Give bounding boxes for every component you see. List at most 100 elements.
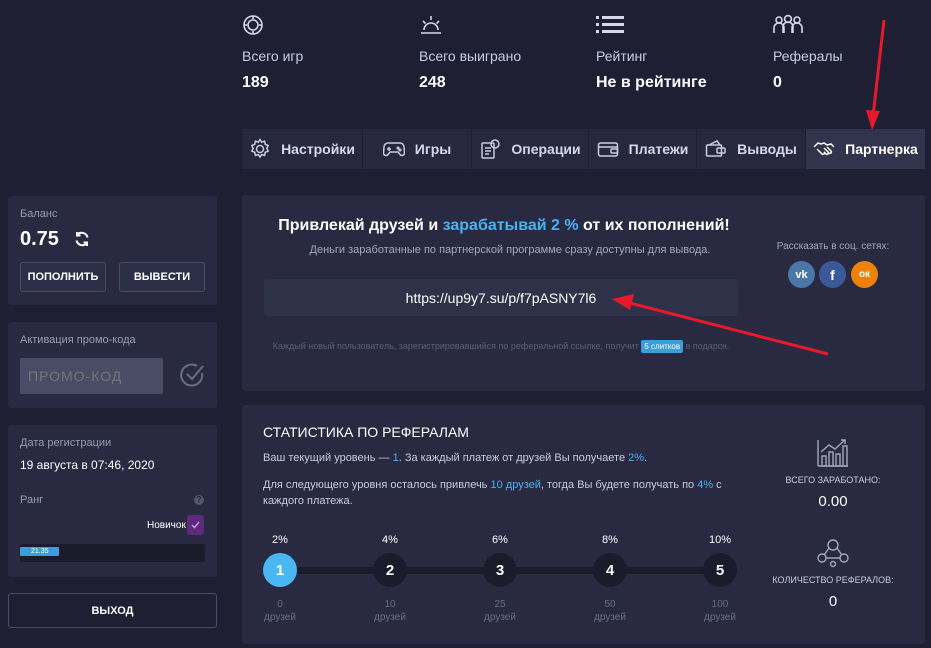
tab-label: Выводы	[737, 141, 797, 157]
tab-payments[interactable]: Платежи	[589, 129, 697, 169]
level-requirement: 25 друзей	[475, 598, 525, 624]
stat-rating: Рейтинг Не в рейтинге	[596, 14, 707, 92]
annotation-arrow-tab	[866, 19, 886, 130]
level-unit: друзей	[374, 612, 406, 623]
stat-label: Всего выиграно	[419, 48, 522, 64]
balance-value: 0.75	[20, 228, 59, 250]
tab-games[interactable]: Игры	[363, 129, 472, 169]
stats-title: СТАТИСТИКА ПО РЕФЕРАЛАМ	[263, 424, 469, 440]
level-count: 10	[384, 599, 396, 610]
level-requirement: 0 друзей	[255, 598, 305, 624]
current-level-text: Ваш текущий уровень — 1. За каждый плате…	[263, 452, 753, 464]
next-level-text: Для следующего уровня осталось привлечь …	[263, 477, 753, 509]
level-count: 50	[604, 599, 616, 610]
stat-value: 0	[773, 74, 782, 91]
referral-count-label: КОЛИЧЕСТВО РЕФЕРАЛОВ:	[772, 575, 894, 585]
registration-date: 19 августа в 07:46, 2020	[20, 458, 155, 472]
level-circle-2: 2	[373, 553, 407, 587]
text-part: , тогда Вы будете получать по	[540, 479, 698, 491]
level-unit: друзей	[264, 612, 296, 623]
tab-partner[interactable]: Партнерка	[806, 129, 925, 169]
gear-icon	[250, 138, 270, 159]
refresh-icon[interactable]	[74, 231, 90, 252]
deposit-button[interactable]: ПОПОЛНИТЬ	[20, 262, 106, 292]
promo-submit-check-icon[interactable]	[179, 362, 205, 393]
share-label: Рассказать в соц. сетях:	[776, 241, 890, 252]
text-part: Ваш текущий уровень —	[263, 452, 393, 464]
vk-share-button[interactable]: vk	[788, 261, 815, 288]
logout-button[interactable]: ВЫХОД	[8, 593, 217, 628]
receipt-icon	[481, 139, 501, 159]
wallet-icon	[597, 142, 618, 157]
referral-network-icon	[816, 536, 850, 573]
facebook-share-button[interactable]: f	[819, 261, 846, 288]
referral-count-value: 0	[828, 593, 838, 610]
tab-label: Настройки	[281, 141, 355, 157]
current-percent: 2%	[628, 452, 645, 464]
promo-label: Активация промо-кода	[20, 334, 136, 346]
referral-subtitle: Деньги заработанные по партнерской прогр…	[309, 244, 711, 256]
stat-total-won: Всего выиграно 248	[419, 14, 521, 92]
level-unit: друзей	[704, 612, 736, 623]
referral-link[interactable]: https://up9y7.su/p/f7pASNY7l6	[406, 290, 597, 306]
level-percent: 10%	[708, 534, 732, 546]
rank-check-icon	[187, 515, 204, 535]
balance-label: Баланс	[20, 208, 58, 220]
total-earned-value: 0.00	[818, 493, 848, 510]
stat-value: 248	[419, 74, 446, 91]
balance-panel: Баланс 0.75 ПОПОЛНИТЬ ВЫВЕСТИ	[8, 196, 217, 305]
rank-progress-fill: 21.35	[20, 547, 60, 556]
tab-label: Игры	[414, 141, 452, 157]
stat-label: Всего игр	[242, 48, 304, 64]
rank-help-icon[interactable]: ?	[194, 495, 204, 505]
growth-chart-icon	[816, 438, 850, 473]
text-part: . За каждый платеж от друзей Вы получает…	[398, 452, 629, 464]
gamepad-icon	[382, 142, 405, 157]
level-unit: друзей	[484, 612, 516, 623]
registration-label: Дата регистрации	[20, 437, 112, 449]
list-icon	[596, 14, 707, 36]
tab-settings[interactable]: Настройки	[242, 129, 363, 169]
referral-title: Привлекай друзей и зарабатывай 2 % от их…	[242, 217, 766, 235]
friends-needed: 10 друзей	[490, 479, 541, 491]
withdraw-button[interactable]: ВЫВЕСТИ	[119, 262, 205, 292]
text-part: Для следующего уровня осталось привлечь	[263, 479, 491, 491]
stat-value: Не в рейтинге	[596, 74, 707, 91]
tab-operations[interactable]: Операции	[472, 129, 589, 169]
sunrise-icon	[419, 14, 521, 36]
tab-label: Платежи	[628, 141, 689, 157]
odnoklassniki-share-button[interactable]: ок	[851, 261, 878, 288]
level-percent: 2%	[272, 534, 288, 546]
profile-info-panel: Дата регистрации 19 августа в 07:46, 202…	[8, 425, 217, 577]
tab-withdrawals[interactable]: Выводы	[697, 129, 806, 169]
promo-panel: Активация промо-кода	[8, 322, 217, 408]
level-percent: 4%	[382, 534, 398, 546]
rank-label: Ранг	[20, 494, 44, 506]
level-percent: 8%	[602, 534, 618, 546]
level-count: 0	[277, 599, 283, 610]
chip-icon	[242, 14, 303, 36]
tab-label: Партнерка	[845, 141, 918, 157]
promo-input[interactable]	[20, 358, 163, 394]
level-percent: 6%	[492, 534, 508, 546]
level-circle-1: 1	[263, 553, 297, 587]
users-icon	[773, 14, 843, 36]
money-icon	[705, 140, 726, 157]
referral-title-part: Привлекай друзей и	[278, 217, 443, 234]
referral-note-part: в подарок.	[683, 341, 730, 351]
next-percent: 4%	[697, 479, 714, 491]
stat-referrals: Рефералы 0	[773, 14, 843, 92]
level-requirement: 10 друзей	[365, 598, 415, 624]
level-circle-4: 4	[593, 553, 627, 587]
handshake-icon	[813, 142, 835, 156]
referral-link-box[interactable]: https://up9y7.su/p/f7pASNY7l6	[264, 279, 738, 316]
referral-title-highlight: зарабатывай 2 %	[442, 217, 579, 234]
tab-label: Операции	[511, 141, 581, 157]
profile-tabs: Настройки Игры Операции Платежи Выводы П…	[242, 129, 925, 169]
stat-label: Рейтинг	[596, 48, 648, 64]
level-circle-3: 3	[483, 553, 517, 587]
level-count: 100	[711, 599, 729, 610]
level-requirement: 100 друзей	[695, 598, 745, 624]
level-circle-5: 5	[703, 553, 737, 587]
text-part: .	[644, 452, 648, 464]
